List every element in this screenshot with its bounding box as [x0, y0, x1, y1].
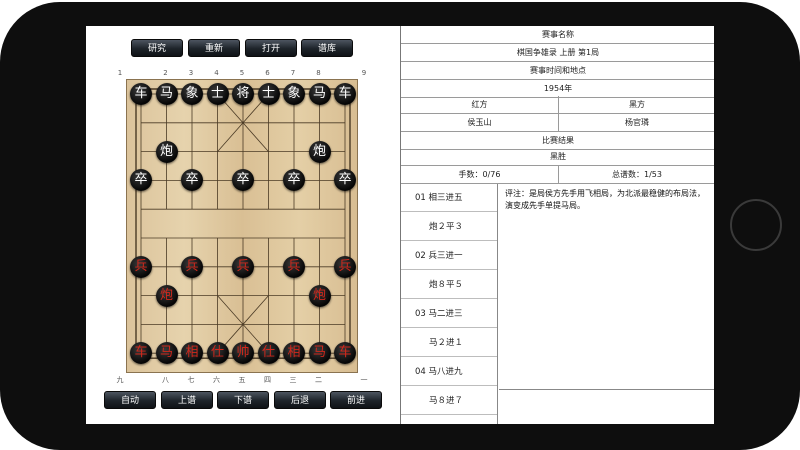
- file-number: 三: [289, 376, 297, 384]
- xiangqi-board[interactable]: 车马象士将士象马车炮炮卒卒卒卒卒兵兵兵兵兵炮炮车马相仕帅仕相马车: [126, 79, 358, 373]
- black-side-label: 黑方: [558, 96, 714, 113]
- red-piece[interactable]: 马: [308, 342, 331, 365]
- red-piece[interactable]: 马: [155, 342, 178, 365]
- open-button[interactable]: 打开: [245, 39, 297, 57]
- players-row: 侯玉山 杨官璘: [401, 114, 714, 132]
- file-number: 2: [163, 69, 168, 77]
- file-number: 5: [239, 69, 245, 77]
- home-button[interactable]: [730, 199, 782, 251]
- file-number: 九: [116, 376, 124, 384]
- list-item[interactable]: 炮２平３: [401, 213, 497, 241]
- library-button[interactable]: 谱库: [301, 39, 353, 57]
- list-item[interactable]: 炮８平５: [401, 271, 497, 299]
- black-piece[interactable]: 马: [155, 83, 178, 105]
- app-screen: 研究 重新 打开 谱库 123456789 车马象士将士象马车炮炮卒卒卒卒卒兵兵…: [86, 26, 714, 424]
- black-piece[interactable]: 象: [181, 83, 203, 105]
- move-list[interactable]: 01 相三进五 炮２平３ 02 兵三进一 炮８平５ 03 马二进三 马２进１ 0…: [401, 184, 498, 424]
- time-place-label: 赛事时间和地点: [401, 62, 714, 80]
- list-item[interactable]: 02 兵三进一: [401, 242, 497, 270]
- black-piece[interactable]: 车: [334, 83, 356, 105]
- file-number: 6: [265, 69, 270, 77]
- black-piece[interactable]: 炮: [308, 140, 331, 163]
- list-item[interactable]: 04 马八进九: [401, 358, 497, 386]
- file-number: 一: [360, 376, 368, 384]
- info-pane: 赛事名称 棋国争雄录 上册 第1局 赛事时间和地点 1954年 红方 黑方 侯玉…: [400, 26, 714, 424]
- event-name: 棋国争雄录 上册 第1局: [401, 44, 714, 62]
- board-pane: 研究 重新 打开 谱库 123456789 车马象士将士象马车炮炮卒卒卒卒卒兵兵…: [86, 26, 400, 424]
- black-piece[interactable]: 马: [308, 83, 331, 105]
- list-item[interactable]: 03 马二进三: [401, 300, 497, 328]
- file-number: 7: [290, 69, 296, 77]
- next-record-button[interactable]: 下谱: [217, 391, 269, 409]
- file-number: 4: [214, 69, 219, 77]
- red-piece[interactable]: 仕: [206, 342, 229, 365]
- auto-button[interactable]: 自动: [104, 391, 156, 409]
- red-piece[interactable]: 炮: [155, 284, 178, 307]
- red-piece[interactable]: 兵: [181, 255, 203, 278]
- file-number: 六: [213, 376, 220, 384]
- red-piece[interactable]: 兵: [130, 255, 152, 278]
- red-piece[interactable]: 兵: [283, 255, 305, 278]
- file-number: 四: [264, 376, 271, 384]
- record-count: 总谱数：1/53: [558, 166, 714, 183]
- black-player: 杨官璘: [558, 114, 714, 131]
- list-item[interactable]: 01 相三进五: [401, 184, 497, 212]
- red-piece[interactable]: 兵: [232, 255, 254, 278]
- sides-label-row: 红方 黑方: [401, 96, 714, 114]
- file-number: 8: [316, 69, 321, 77]
- black-piece[interactable]: 士: [206, 83, 229, 105]
- red-piece[interactable]: 仕: [257, 342, 280, 365]
- back-button[interactable]: 后退: [274, 391, 326, 409]
- file-number: 1: [117, 69, 123, 77]
- result: 黑胜: [401, 148, 714, 166]
- prev-record-button[interactable]: 上谱: [161, 391, 213, 409]
- forward-button[interactable]: 前进: [330, 391, 382, 409]
- black-piece[interactable]: 炮: [155, 140, 178, 163]
- counts-row: 手数：0/76 总谱数：1/53: [401, 166, 714, 184]
- research-button[interactable]: 研究: [131, 39, 183, 57]
- red-side-label: 红方: [471, 100, 488, 109]
- file-number: 9: [361, 69, 367, 77]
- red-piece[interactable]: 兵: [334, 255, 356, 278]
- restart-button[interactable]: 重新: [188, 39, 240, 57]
- list-item[interactable]: 马２进１: [401, 329, 497, 357]
- file-number: 五: [238, 376, 246, 384]
- event-label: 赛事名称: [401, 26, 714, 44]
- file-number: 七: [187, 376, 195, 384]
- move-count: 手数：0/76: [458, 170, 501, 179]
- black-piece[interactable]: 士: [257, 83, 280, 105]
- red-player: 侯玉山: [467, 118, 492, 127]
- red-piece[interactable]: 炮: [308, 284, 331, 307]
- list-item[interactable]: 马８进７: [401, 387, 497, 415]
- file-number: 二: [315, 376, 322, 384]
- comment-text: 评注：是局侯方先手用飞相局，为北派最稳健的布局法，演变成先手单提马局。: [499, 184, 714, 390]
- board-grid: [135, 88, 351, 359]
- black-piece[interactable]: 将: [232, 83, 254, 105]
- black-piece[interactable]: 象: [283, 83, 305, 105]
- file-number: 八: [162, 376, 169, 384]
- black-piece[interactable]: 车: [130, 83, 152, 105]
- file-number: 3: [188, 69, 194, 77]
